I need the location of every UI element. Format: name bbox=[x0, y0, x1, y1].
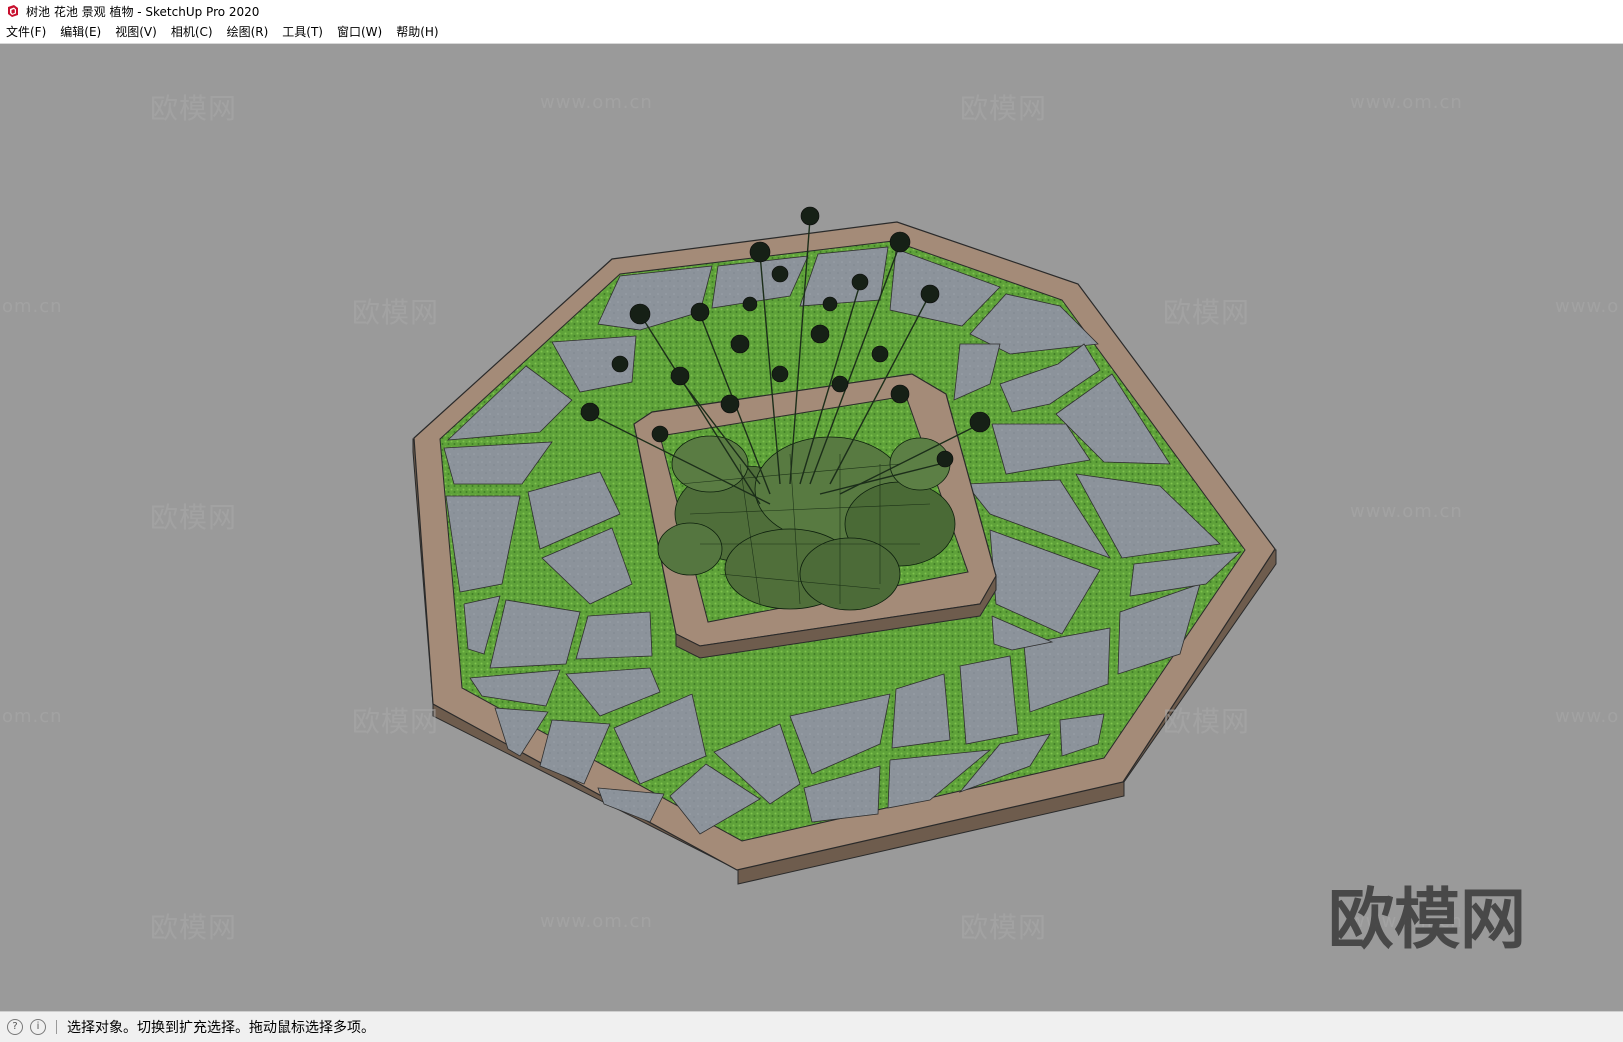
sketchup-logo-icon bbox=[6, 4, 20, 18]
menu-help[interactable]: 帮助(H) bbox=[389, 22, 445, 43]
menu-camera[interactable]: 相机(C) bbox=[164, 22, 220, 43]
menu-view[interactable]: 视图(V) bbox=[108, 22, 164, 43]
drawing-viewport[interactable]: 欧模网 www.om.cn 欧模网 www.om.cn om.cn 欧模网 欧模… bbox=[0, 44, 1623, 1011]
status-text: 选择对象。切换到扩充选择。拖动鼠标选择多项。 bbox=[67, 1020, 375, 1036]
window-title: 树池 花池 景观 植物 - SketchUp Pro 2020 bbox=[26, 4, 260, 19]
credits-info-icon[interactable]: i bbox=[30, 1019, 46, 1035]
menu-draw[interactable]: 绘图(R) bbox=[220, 22, 276, 43]
menu-tools[interactable]: 工具(T) bbox=[275, 22, 330, 43]
title-bar: 树池 花池 景观 植物 - SketchUp Pro 2020 bbox=[0, 0, 1623, 22]
geo-location-icon[interactable]: ? bbox=[7, 1019, 23, 1035]
status-divider bbox=[56, 1020, 57, 1034]
menu-edit[interactable]: 编辑(E) bbox=[53, 22, 108, 43]
menu-window[interactable]: 窗口(W) bbox=[330, 22, 389, 43]
tree-pool-model bbox=[412, 206, 1277, 885]
menu-bar: 文件(F) 编辑(E) 视图(V) 相机(C) 绘图(R) 工具(T) 窗口(W… bbox=[0, 22, 1623, 44]
status-bar: ? i 选择对象。切换到扩充选择。拖动鼠标选择多项。 bbox=[0, 1011, 1623, 1042]
menu-file[interactable]: 文件(F) bbox=[0, 22, 53, 43]
